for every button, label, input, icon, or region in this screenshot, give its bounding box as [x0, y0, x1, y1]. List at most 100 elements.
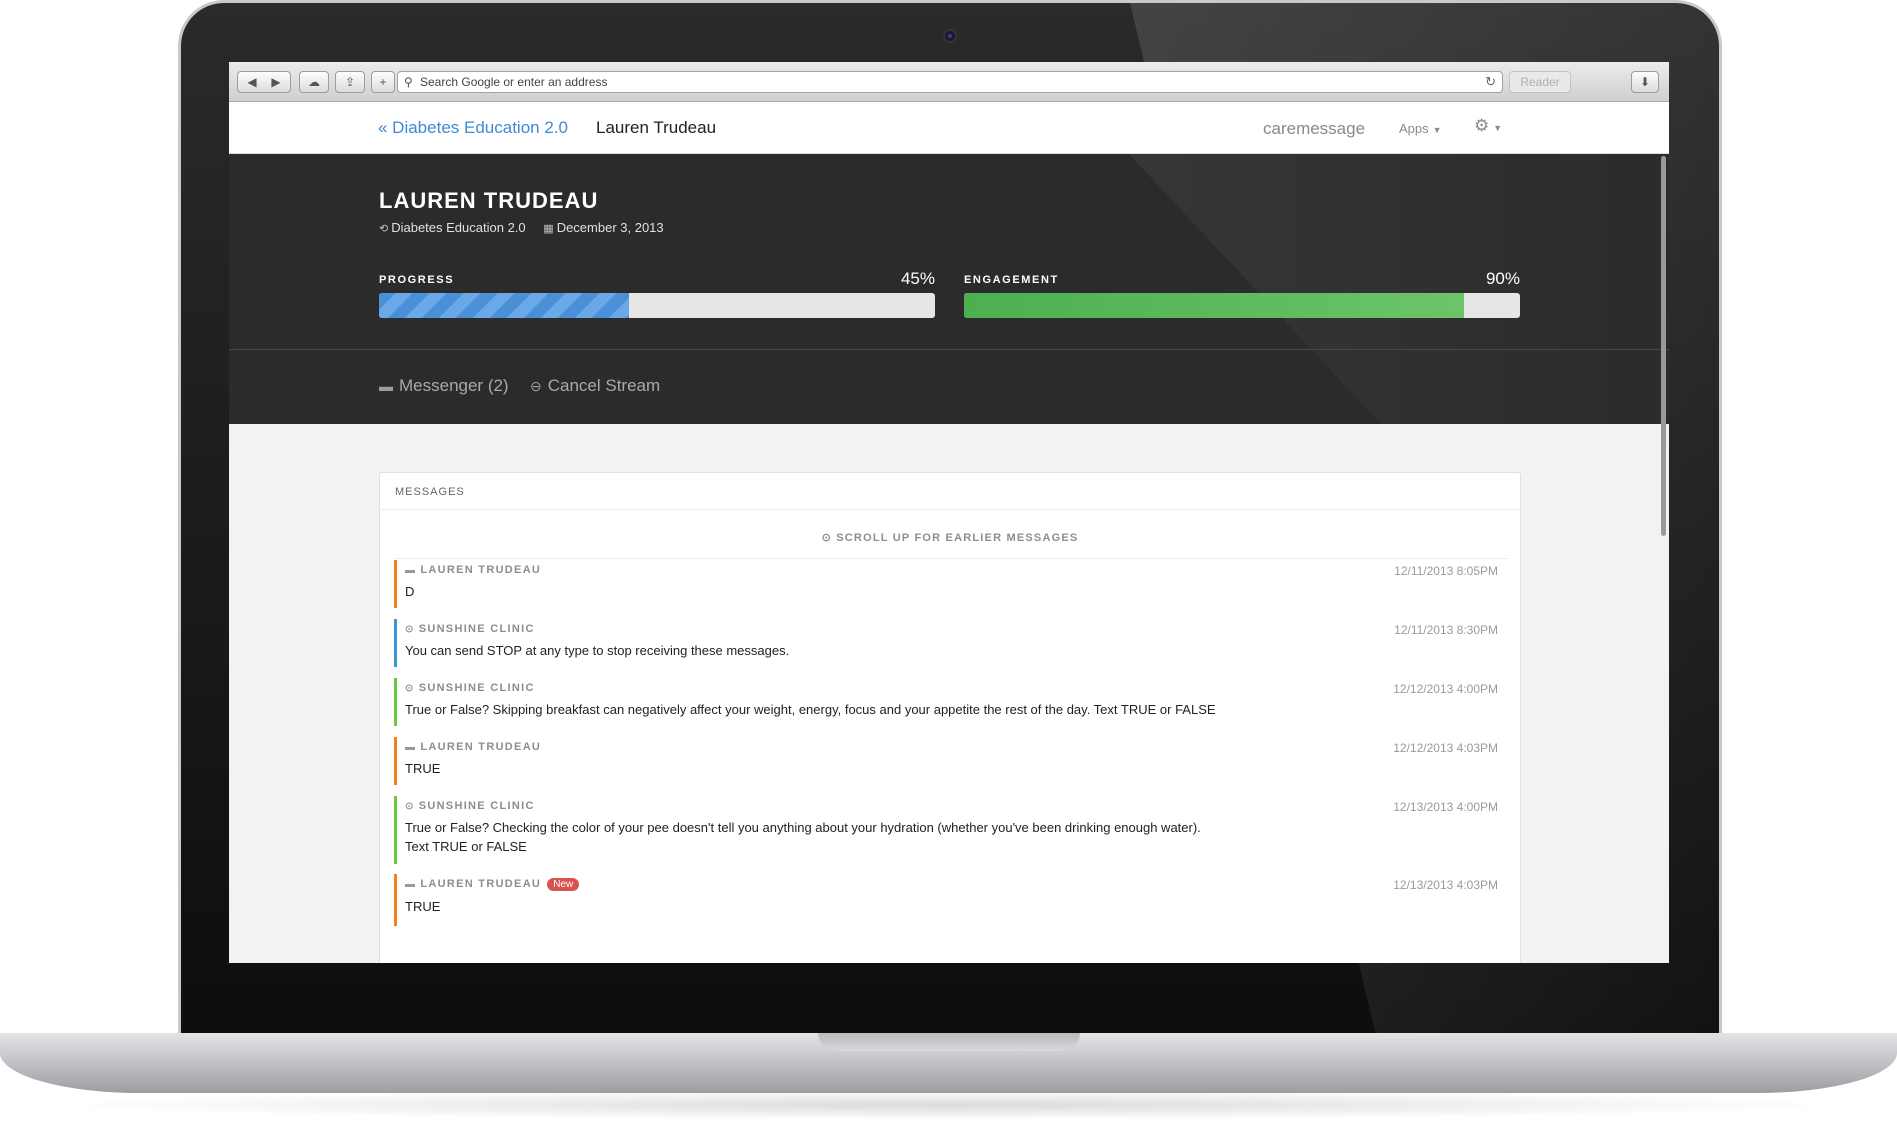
share-button[interactable]: ⇪	[335, 71, 365, 93]
address-input[interactable]	[420, 74, 1470, 90]
cancel-stream-label: Cancel Stream	[547, 376, 661, 395]
progress-label: PROGRESS	[379, 274, 455, 286]
search-icon: ⚲	[404, 75, 413, 89]
apps-dropdown[interactable]: Apps ▼	[1399, 121, 1442, 136]
plus-icon: +	[379, 75, 387, 89]
patient-header: LAUREN TRUDEAU ⟲ Diabetes Education 2.0 ▦…	[229, 154, 1669, 424]
message-text-line: Text TRUE or FALSE	[405, 839, 527, 854]
messages-panel: MESSAGES ⊙ SCROLL UP FOR EARLIER MESSAGE…	[379, 472, 1521, 963]
chat-bubble-icon: ▬	[405, 742, 417, 753]
message-time: 12/11/2013 8:30PM	[1394, 623, 1498, 637]
message-text: You can send STOP at any type to stop re…	[405, 643, 790, 658]
progress-value: 45%	[900, 269, 935, 288]
message-time: 12/12/2013 4:03PM	[1393, 741, 1498, 755]
messenger-label: Messenger (2)	[399, 376, 509, 395]
patient-meta: ⟲ Diabetes Education 2.0 ▦ December 3, 201…	[379, 220, 664, 235]
sender-color-bar	[394, 619, 397, 667]
message-sender: ⊙ SUNSHINE CLINIC	[405, 800, 1508, 812]
chevron-down-icon: ▼	[1493, 123, 1503, 133]
sender-color-bar	[394, 678, 397, 726]
new-tab-button[interactable]: +	[371, 71, 395, 93]
engagement-value: 90%	[1485, 269, 1520, 288]
address-bar[interactable]: ⚲ ↻	[397, 71, 1503, 93]
sender-color-bar	[394, 874, 397, 926]
breadcrumb-back-link[interactable]: « Diabetes Education 2.0	[378, 118, 568, 138]
messages-panel-header: MESSAGES	[380, 473, 1520, 510]
browser-toolbar: ◀▶ ☁ ⇪ + ⚲ ↻ Reader ⬇	[229, 62, 1669, 102]
message-item: ⊙ SUNSHINE CLINIC 12/12/2013 4:00PM True …	[394, 678, 1508, 726]
engagement-label: ENGAGEMENT	[964, 274, 1059, 286]
clinic-icon: ⊙	[405, 801, 415, 812]
patient-program: Diabetes Education 2.0	[391, 220, 526, 235]
message-time: 12/11/2013 8:05PM	[1394, 564, 1498, 578]
engagement-bar-fill	[964, 293, 1465, 318]
message-item: ▬ LAUREN TRUDEAU New 12/13/2013 4:03PM TRU…	[394, 874, 1508, 926]
laptop-shadow	[40, 1090, 1857, 1120]
sender-color-bar	[394, 560, 397, 608]
messenger-button[interactable]: ▬ Messenger (2)	[379, 376, 509, 396]
message-sender-name: LAUREN TRUDEAU	[420, 564, 542, 576]
message-sender-name: LAUREN TRUDEAU	[420, 741, 542, 753]
message-time: 12/12/2013 4:00PM	[1393, 682, 1498, 696]
repeat-icon: ⟲	[379, 223, 389, 235]
message-item: ▬ LAUREN TRUDEAU 12/12/2013 4:03PM TRUE	[394, 737, 1508, 785]
progress-bar-fill	[379, 293, 630, 318]
message-time: 12/13/2013 4:00PM	[1393, 800, 1498, 814]
scroll-up-hint[interactable]: ⊙ SCROLL UP FOR EARLIER MESSAGES	[380, 531, 1520, 544]
engagement-bar	[964, 293, 1520, 318]
laptop-notch	[818, 1033, 1080, 1051]
message-text: TRUE	[405, 761, 441, 776]
message-text-line: True or False? Checking the color of you…	[405, 820, 1201, 835]
message-item: ▬ LAUREN TRUDEAU 12/11/2013 8:05PM D	[394, 560, 1508, 608]
message-sender-name: SUNSHINE CLINIC	[418, 623, 535, 635]
back-icon[interactable]: ◀	[240, 72, 264, 92]
clinic-icon: ⊙	[405, 624, 415, 635]
reload-icon[interactable]: ↻	[1485, 74, 1496, 90]
apps-label: Apps	[1399, 121, 1429, 136]
sender-color-bar	[394, 737, 397, 785]
app-navbar: « Diabetes Education 2.0 Lauren Trudeau …	[229, 102, 1669, 154]
message-sender: ⊙ SUNSHINE CLINIC	[405, 682, 1508, 694]
screen: ◀▶ ☁ ⇪ + ⚲ ↻ Reader ⬇ « Diabetes Educati…	[229, 62, 1669, 963]
patient-date: December 3, 2013	[556, 220, 664, 235]
icloud-tabs-button[interactable]: ☁	[299, 71, 329, 93]
sender-color-bar	[394, 796, 397, 864]
gear-icon: ⚙	[1474, 116, 1490, 135]
header-divider	[229, 349, 1669, 350]
breadcrumb-current: Lauren Trudeau	[596, 118, 717, 137]
progress-bar	[379, 293, 935, 318]
message-time: 12/13/2013 4:03PM	[1393, 878, 1498, 892]
scroll-hint-label: SCROLL UP FOR EARLIER MESSAGES	[836, 532, 1079, 544]
calendar-icon: ▦	[543, 223, 554, 235]
downloads-button[interactable]: ⬇	[1631, 71, 1659, 93]
cancel-stream-button[interactable]: ⊖ Cancel Stream	[530, 376, 660, 396]
message-sender: ▬ LAUREN TRUDEAU	[405, 741, 1508, 753]
message-sender: ▬ LAUREN TRUDEAU	[405, 564, 1508, 576]
message-text: True or False? Skipping breakfast can ne…	[405, 702, 1216, 717]
message-sender: ▬ LAUREN TRUDEAU New	[405, 878, 1508, 891]
minus-circle-icon: ⊖	[530, 378, 542, 394]
back-forward-buttons[interactable]: ◀ ▶	[237, 71, 291, 93]
message-item: ⊙ SUNSHINE CLINIC 12/11/2013 8:30PM You c…	[394, 619, 1508, 667]
message-sender-name: SUNSHINE CLINIC	[418, 800, 535, 812]
chat-bubble-icon: ▬	[405, 565, 417, 576]
messages-title: MESSAGES	[395, 486, 465, 498]
new-badge: New	[547, 878, 580, 891]
message-text: TRUE	[405, 899, 441, 914]
settings-dropdown[interactable]: ⚙ ▼	[1474, 116, 1502, 136]
page-scrollbar[interactable]	[1661, 156, 1666, 536]
message-list-divider	[394, 558, 1508, 559]
camera	[943, 29, 957, 43]
cloud-icon: ☁	[308, 75, 320, 89]
clinic-icon: ⊙	[405, 683, 415, 694]
share-icon: ⇪	[344, 75, 356, 89]
header-stripe	[1129, 154, 1669, 424]
arrow-up-circle-icon: ⊙	[821, 532, 837, 544]
forward-icon[interactable]: ▶	[264, 72, 288, 92]
chat-bubble-icon: ▬	[405, 879, 417, 890]
message-item: ⊙ SUNSHINE CLINIC 12/13/2013 4:00PM True …	[394, 796, 1508, 864]
brand-logo[interactable]: caremessage	[1263, 119, 1365, 139]
reader-button[interactable]: Reader	[1509, 71, 1571, 93]
message-text: True or False? Checking the color of you…	[405, 818, 1508, 856]
message-sender-name: LAUREN TRUDEAU	[420, 878, 542, 890]
